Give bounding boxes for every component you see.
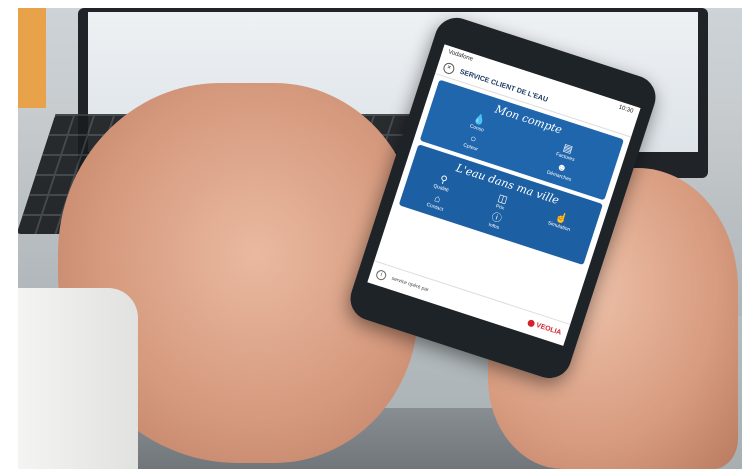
brand-mark-icon [526, 319, 536, 329]
shirt-sleeve [18, 288, 138, 469]
background-object [18, 8, 46, 108]
brand-logo: VEOLIA [526, 319, 562, 337]
tile-label: Prix [494, 203, 505, 212]
brand-name: VEOLIA [535, 322, 562, 338]
close-icon[interactable]: × [442, 61, 456, 75]
footer-text: service opéré par [390, 275, 430, 294]
about-icon[interactable]: i [374, 268, 388, 282]
